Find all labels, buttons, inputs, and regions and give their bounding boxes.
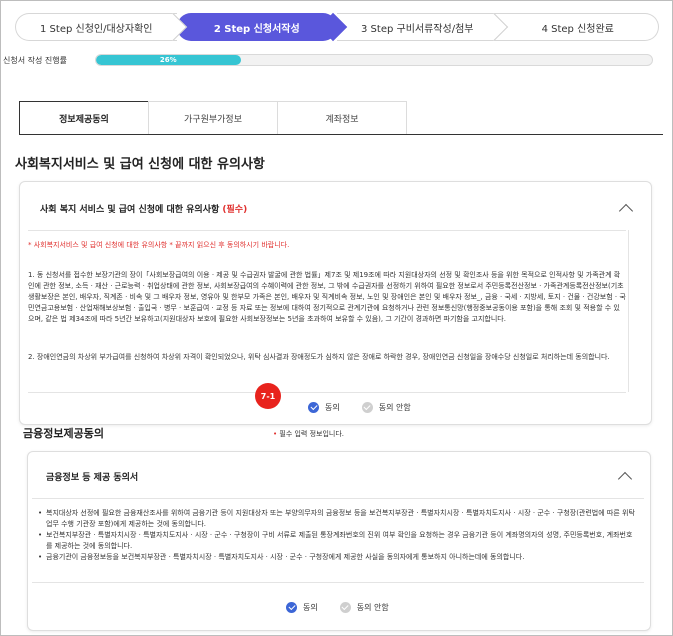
agree-label: 동의 bbox=[325, 403, 340, 412]
step-indicator: 1 Step 신청인/대상자확인 2 Step 신청서작성 3 Step 구비서… bbox=[15, 12, 659, 42]
step-3: 3 Step 구비서류작성/첨부 bbox=[337, 12, 508, 42]
tab-underline bbox=[19, 134, 663, 135]
check-circle-icon[interactable] bbox=[286, 602, 297, 613]
required-dot: • bbox=[273, 430, 278, 438]
check-circle-icon[interactable] bbox=[308, 402, 319, 413]
step-3-label: 3 Step 구비서류작성/첨부 bbox=[361, 23, 474, 35]
financial-consent-list: 복지대상자 선정에 필요한 금융재산조사를 위하여 금융기관 등이 지원대상자 … bbox=[38, 508, 636, 563]
step-4: 4 Step 신청완료 bbox=[497, 13, 659, 41]
progress-label: 신청서 작성 진행률 bbox=[3, 55, 67, 65]
notice-warning: * 사회복지서비스 및 급여 신청에 대한 유의사항 * 끝까지 읽으신 후 동… bbox=[28, 241, 290, 249]
scroll-area-edge bbox=[628, 230, 629, 392]
section-title: 사회복지서비스 및 급여 신청에 대한 유의사항 bbox=[15, 157, 265, 172]
financial-consent-card: 금융정보 등 제공 동의서 복지대상자 선정에 필요한 금융재산조사를 위하여 … bbox=[27, 451, 651, 631]
disagree-option[interactable]: 동의 안함 bbox=[339, 602, 389, 613]
form-tabs: 정보제공동의 가구원부가정보 계좌정보 bbox=[19, 101, 407, 135]
divider bbox=[32, 582, 644, 583]
consent-options: 동의 동의 안함 bbox=[308, 402, 433, 413]
required-note-text: 필수 입력 정보입니다. bbox=[279, 430, 345, 438]
agree-option[interactable]: 동의 bbox=[308, 402, 340, 413]
tab-account-info[interactable]: 계좌정보 bbox=[277, 101, 407, 135]
divider bbox=[28, 392, 626, 393]
disagree-label: 동의 안함 bbox=[356, 603, 389, 612]
divider bbox=[28, 230, 626, 231]
required-note: • 필수 입력 정보입니다. bbox=[273, 429, 344, 439]
chevron-up-icon[interactable] bbox=[617, 471, 633, 487]
check-circle-icon[interactable] bbox=[339, 602, 351, 613]
annotation-marker: 7-1 bbox=[255, 383, 281, 409]
disagree-option[interactable]: 동의 안함 bbox=[361, 402, 411, 413]
list-item: 금융기관이 금융정보등을 보건복지부장관 · 특별자치시장 · 특별자치도지사 … bbox=[38, 552, 636, 563]
disagree-label: 동의 안함 bbox=[378, 403, 411, 412]
step-4-label: 4 Step 신청완료 bbox=[541, 23, 614, 35]
progress-bar: 26% bbox=[95, 54, 653, 66]
list-item: 복지대상자 선정에 필요한 금융재산조사를 위하여 금융기관 등이 지원대상자 … bbox=[38, 508, 636, 530]
consent-options: 동의 동의 안함 bbox=[286, 602, 411, 613]
step-1: 1 Step 신청인/대상자확인 bbox=[15, 12, 187, 42]
step-2-label: 2 Step 신청서작성 bbox=[213, 23, 300, 35]
required-mark: (필수) bbox=[222, 205, 248, 215]
agree-option[interactable]: 동의 bbox=[286, 602, 318, 613]
notice-paragraph-1: 1. 동 신청서를 접수한 보장기관의 장이「사회보장급여의 이용 · 제공 및… bbox=[28, 271, 626, 323]
step-1-label: 1 Step 신청인/대상자확인 bbox=[40, 23, 153, 35]
progress-row: 신청서 작성 진행률 26% bbox=[1, 53, 672, 67]
chevron-up-icon[interactable] bbox=[618, 203, 634, 219]
step-2: 2 Step 신청서작성 bbox=[176, 12, 348, 42]
notice-card: 사회 복지 서비스 및 급여 신청에 대한 유의사항 (필수) * 사회복지서비… bbox=[19, 181, 652, 425]
check-circle-icon[interactable] bbox=[361, 402, 373, 413]
tab-household-info[interactable]: 가구원부가정보 bbox=[148, 101, 278, 135]
application-form-frame: 1 Step 신청인/대상자확인 2 Step 신청서작성 3 Step 구비서… bbox=[0, 0, 673, 636]
divider bbox=[32, 498, 644, 499]
notice-card-title: 사회 복지 서비스 및 급여 신청에 대한 유의사항 (필수) bbox=[40, 202, 247, 215]
progress-percent: 26% bbox=[159, 56, 177, 64]
notice-card-title-text: 사회 복지 서비스 및 급여 신청에 대한 유의사항 bbox=[40, 205, 220, 215]
tab-info-consent[interactable]: 정보제공동의 bbox=[19, 101, 149, 135]
financial-section-title: 금융정보제공동의 bbox=[23, 427, 104, 440]
progress-fill: 26% bbox=[96, 55, 241, 65]
notice-paragraph-2: 2. 장애인연금의 차상위 부가급여를 신청하여 차상위 자격이 확인되었으나,… bbox=[28, 353, 610, 361]
agree-label: 동의 bbox=[303, 603, 318, 612]
list-item: 보건복지부장관 · 특별자치시장 · 특별자치도지사 · 시장 · 군수 · 구… bbox=[38, 530, 636, 552]
financial-card-title: 금융정보 등 제공 동의서 bbox=[46, 473, 139, 483]
